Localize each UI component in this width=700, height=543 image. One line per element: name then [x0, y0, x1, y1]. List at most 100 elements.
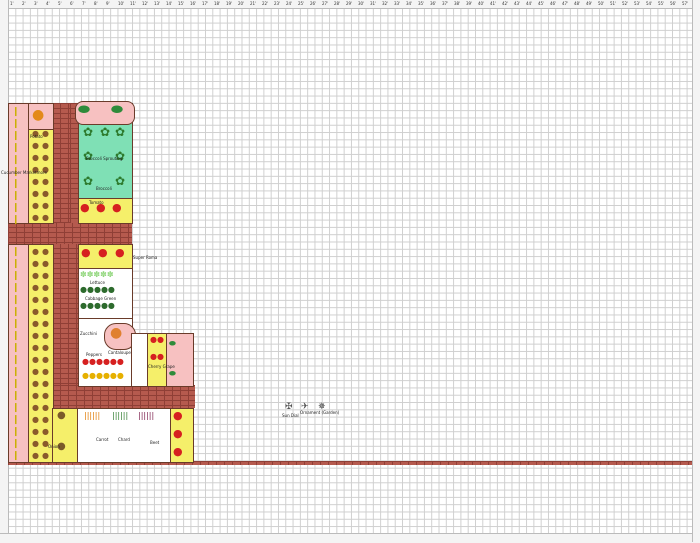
garden-planner-canvas[interactable]: 1' 2' 3' 4' 5' 6' 7' 8' 9' 10' 11' 12' 13' 14' 15' 16' 1… [0, 0, 700, 543]
potato-icon[interactable]: ● [32, 392, 39, 400]
potato-icon[interactable]: ● [42, 130, 49, 138]
watermelon-icon[interactable]: ⬬ [111, 103, 123, 117]
chard-icon[interactable]: |||||| [112, 412, 128, 420]
potato-icon[interactable]: ● [42, 368, 49, 376]
cherry-tomato-icon[interactable]: ●● [150, 353, 164, 361]
potato-icon[interactable]: ● [42, 260, 49, 268]
potato-icon[interactable]: ● [42, 202, 49, 210]
potato-icon[interactable]: ● [42, 214, 49, 222]
onion-icon[interactable]: ● [57, 411, 66, 421]
corn-icon[interactable]: ❙ [12, 192, 20, 201]
corn-icon[interactable]: ❙ [12, 156, 20, 165]
potato-icon[interactable]: ● [42, 284, 49, 292]
corn-icon[interactable]: ❙ [12, 356, 20, 365]
potato-icon[interactable]: ● [32, 332, 39, 340]
potato-icon[interactable]: ● [42, 404, 49, 412]
broccoli-icon[interactable]: ✿ [100, 126, 110, 138]
cabbage-icon[interactable]: ●●●●● [80, 286, 115, 294]
corn-icon[interactable]: ❙ [12, 120, 20, 129]
corn-icon[interactable]: ❙ [12, 216, 20, 225]
tomato-icon[interactable]: ● [96, 202, 106, 213]
corn-icon[interactable]: ❙ [12, 320, 20, 329]
potato-icon[interactable]: ● [32, 248, 39, 256]
corn-icon[interactable]: ❙ [12, 144, 20, 153]
potato-icon[interactable]: ● [42, 178, 49, 186]
potato-icon[interactable]: ● [42, 380, 49, 388]
potato-icon[interactable]: ● [32, 344, 39, 352]
corn-icon[interactable]: ❙ [12, 296, 20, 305]
potato-icon[interactable]: ● [42, 320, 49, 328]
corn-icon[interactable]: ❙ [12, 380, 20, 389]
corn-icon[interactable]: ❙ [12, 180, 20, 189]
corn-icon[interactable]: ❙ [12, 260, 20, 269]
tomato-icon[interactable]: ● [112, 202, 122, 213]
beet-icon[interactable]: |||||| [138, 412, 154, 420]
corn-icon[interactable]: ❙ [12, 272, 20, 281]
potato-icon[interactable]: ● [42, 248, 49, 256]
corn-icon[interactable]: ❙ [12, 332, 20, 341]
corn-icon[interactable]: ❙ [12, 404, 20, 413]
tomato-icon[interactable]: ● [80, 202, 90, 213]
carrot-icon[interactable]: |||||| [84, 412, 100, 420]
corn-icon[interactable]: ❙ [12, 428, 20, 437]
potato-icon[interactable]: ● [42, 344, 49, 352]
pepper-icon[interactable]: ●●●●●● [82, 358, 124, 366]
corn-icon[interactable]: ❙ [12, 204, 20, 213]
potato-icon[interactable]: ● [42, 190, 49, 198]
potato-icon[interactable]: ● [32, 202, 39, 210]
cantaloupe-icon[interactable]: ● [110, 326, 122, 340]
corn-icon[interactable]: ❙ [12, 392, 20, 401]
potato-icon[interactable]: ● [32, 368, 39, 376]
potato-icon[interactable]: ● [32, 284, 39, 292]
corn-icon[interactable]: ❙ [12, 308, 20, 317]
potato-icon[interactable]: ● [42, 308, 49, 316]
tomato-icon[interactable]: ● [81, 247, 91, 258]
potato-icon[interactable]: ● [32, 404, 39, 412]
squash-icon[interactable]: ⬬ [169, 370, 176, 378]
potato-icon[interactable]: ● [32, 178, 39, 186]
potato-icon[interactable]: ● [42, 392, 49, 400]
pepper-icon[interactable]: ●●●●●● [82, 372, 124, 380]
potato-icon[interactable]: ● [32, 416, 39, 424]
potato-icon[interactable]: ● [42, 416, 49, 424]
corn-icon[interactable]: ❙ [12, 344, 20, 353]
broccoli-icon[interactable]: ✿ [83, 175, 93, 187]
broccoli-icon[interactable]: ✿ [115, 126, 125, 138]
brick-path-horizontal-lower[interactable] [52, 385, 195, 408]
corn-icon[interactable]: ❙ [12, 416, 20, 425]
lettuce-icon[interactable]: ✽✽✽✽✽ [80, 271, 114, 279]
potato-icon[interactable]: ● [32, 260, 39, 268]
corn-icon[interactable]: ❙ [12, 132, 20, 141]
tomato-icon[interactable]: ● [173, 410, 183, 421]
potato-icon[interactable]: ● [32, 308, 39, 316]
potato-icon[interactable]: ● [42, 142, 49, 150]
corn-icon[interactable]: ❙ [12, 368, 20, 377]
brick-path-horizontal-top[interactable] [8, 222, 132, 244]
potato-icon[interactable]: ● [32, 428, 39, 436]
pumpkin-icon[interactable]: ● [32, 108, 44, 122]
tomato-icon[interactable]: ● [115, 247, 125, 258]
corn-icon[interactable]: ❙ [12, 108, 20, 117]
corn-icon[interactable]: ❙ [12, 248, 20, 257]
potato-icon[interactable]: ● [32, 356, 39, 364]
cherry-tomato-icon[interactable]: ●● [150, 336, 164, 344]
sundial-icon[interactable]: ✠ [285, 403, 293, 412]
potato-icon[interactable]: ● [42, 428, 49, 436]
potato-icon[interactable]: ● [32, 154, 39, 162]
potato-icon[interactable]: ● [42, 154, 49, 162]
corn-icon[interactable]: ❙ [12, 440, 20, 449]
potato-icon[interactable]: ● [32, 272, 39, 280]
potato-icon[interactable]: ● [32, 380, 39, 388]
broccoli-icon[interactable]: ✿ [115, 175, 125, 187]
potato-icon[interactable]: ● [42, 356, 49, 364]
broccoli-icon[interactable]: ✿ [83, 126, 93, 138]
potato-icon[interactable]: ● [32, 214, 39, 222]
tomato-icon[interactable]: ● [98, 247, 108, 258]
corn-icon[interactable]: ❙ [12, 284, 20, 293]
potato-icon[interactable]: ● [42, 296, 49, 304]
potato-icon[interactable]: ● [32, 190, 39, 198]
cabbage-icon[interactable]: ●●●●● [80, 302, 115, 310]
potato-icon[interactable]: ● [32, 142, 39, 150]
potato-icon[interactable]: ● [32, 440, 39, 448]
potato-icon[interactable]: ● [42, 452, 49, 460]
